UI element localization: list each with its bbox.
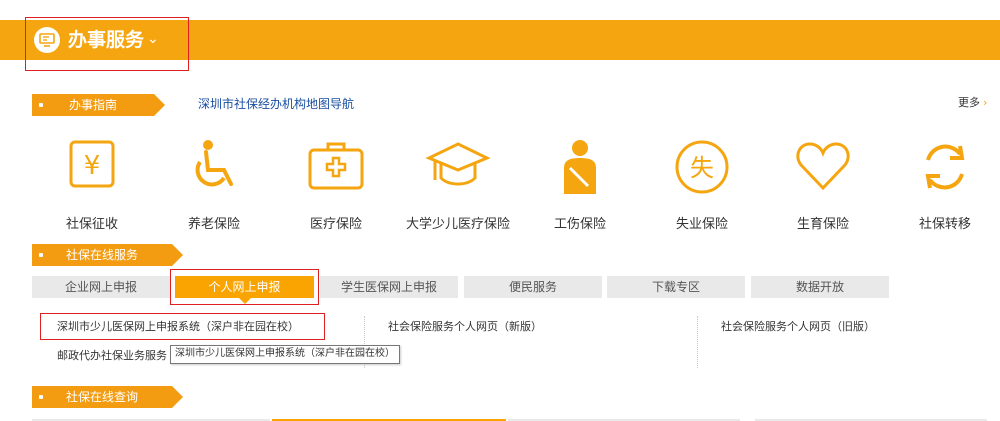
service-item-maternity[interactable]: 生育保险 [773, 138, 873, 234]
service-item-social-security-collection[interactable]: ¥ 社保征收 [42, 138, 142, 234]
service-item-pension[interactable]: 养老保险 [164, 138, 264, 234]
map-navigation-link[interactable]: 深圳市社保经办机构地图导航 [198, 97, 354, 111]
medical-kit-icon [308, 142, 364, 190]
injured-person-icon [564, 140, 596, 194]
heart-icon [796, 142, 850, 191]
wheelchair-icon [195, 140, 233, 187]
service-item-medical[interactable]: 医疗保险 [286, 138, 386, 234]
service-item-unemployment[interactable]: 失 失业保险 [652, 138, 752, 234]
tab-enterprise[interactable]: 企业网上申报 [32, 276, 170, 298]
link-postal-service[interactable]: 邮政代办社保业务服务 [57, 349, 167, 363]
unemployment-icon: 失 [675, 140, 729, 194]
divider [697, 316, 698, 368]
highlight-box [40, 313, 325, 340]
link-personal-page-old[interactable]: 社会保险服务个人网页（旧版） [721, 320, 875, 334]
section-label-online: 社保在线服务 [32, 244, 183, 266]
graduation-cap-icon [425, 142, 491, 186]
refresh-icon [925, 144, 965, 190]
highlight-box [170, 269, 319, 305]
tab-student-medical[interactable]: 学生医保网上申报 [320, 276, 458, 298]
tab-downloads[interactable]: 下载专区 [607, 276, 745, 298]
service-item-student-medical[interactable]: 大学少儿医疗保险 [406, 138, 510, 234]
service-item-work-injury[interactable]: 工伤保险 [530, 138, 630, 234]
link-personal-page-new[interactable]: 社会保险服务个人网页（新版） [388, 320, 542, 334]
tab-open-data[interactable]: 数据开放 [751, 276, 889, 298]
tab-convenience[interactable]: 便民服务 [464, 276, 602, 298]
service-item-transfer[interactable]: 社保转移 [895, 138, 995, 234]
section-label-query: 社保在线查询 [32, 386, 183, 408]
tooltip: 深圳市少儿医保网上申报系统（深户非在园在校） [170, 345, 400, 364]
section-label-guide: 办事指南 [32, 94, 165, 116]
yen-icon: ¥ [69, 140, 115, 188]
chevron-right-icon: › [983, 96, 988, 109]
more-link[interactable]: 更多 › [958, 96, 987, 110]
svg-text:¥: ¥ [84, 151, 101, 181]
highlight-box [25, 17, 189, 71]
svg-text:失: 失 [690, 154, 714, 182]
